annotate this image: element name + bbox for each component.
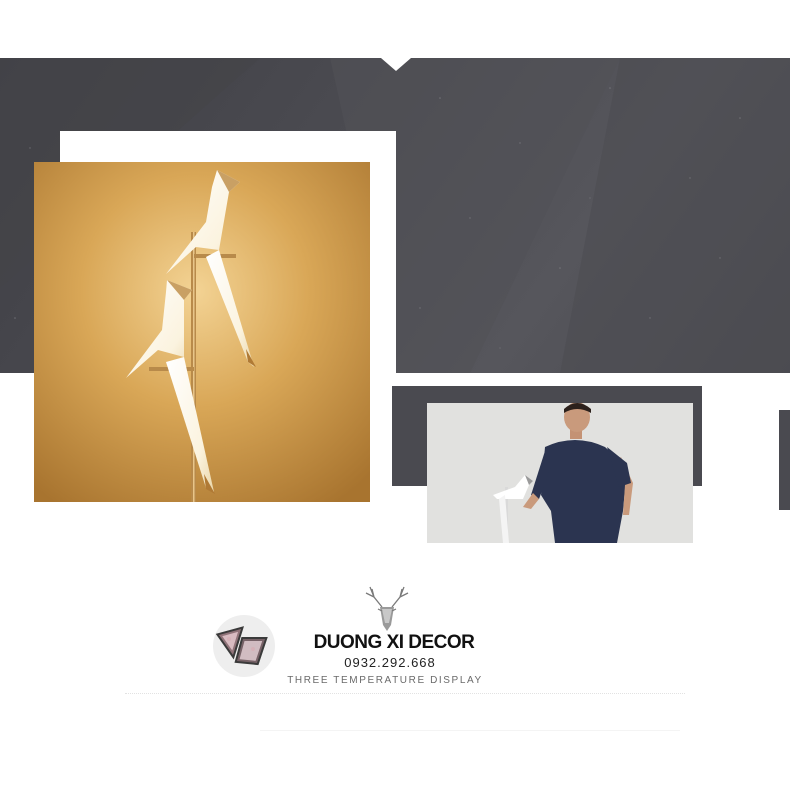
tagline: THREE TEMPERATURE DISPLAY <box>287 675 483 686</box>
deer-head-icon <box>360 585 414 631</box>
man-holding-bird-lamp-photo <box>427 403 693 543</box>
logo-badge-icon <box>213 615 275 677</box>
bird-lamp-photo <box>34 162 370 502</box>
divider-line-faint <box>260 730 680 731</box>
divider-line <box>125 693 685 696</box>
brand-name: DUONG XI DECOR <box>313 632 475 653</box>
phone-number: 0932.292.668 <box>344 655 436 670</box>
right-edge-bar <box>779 410 790 510</box>
banner-notch <box>381 58 411 71</box>
